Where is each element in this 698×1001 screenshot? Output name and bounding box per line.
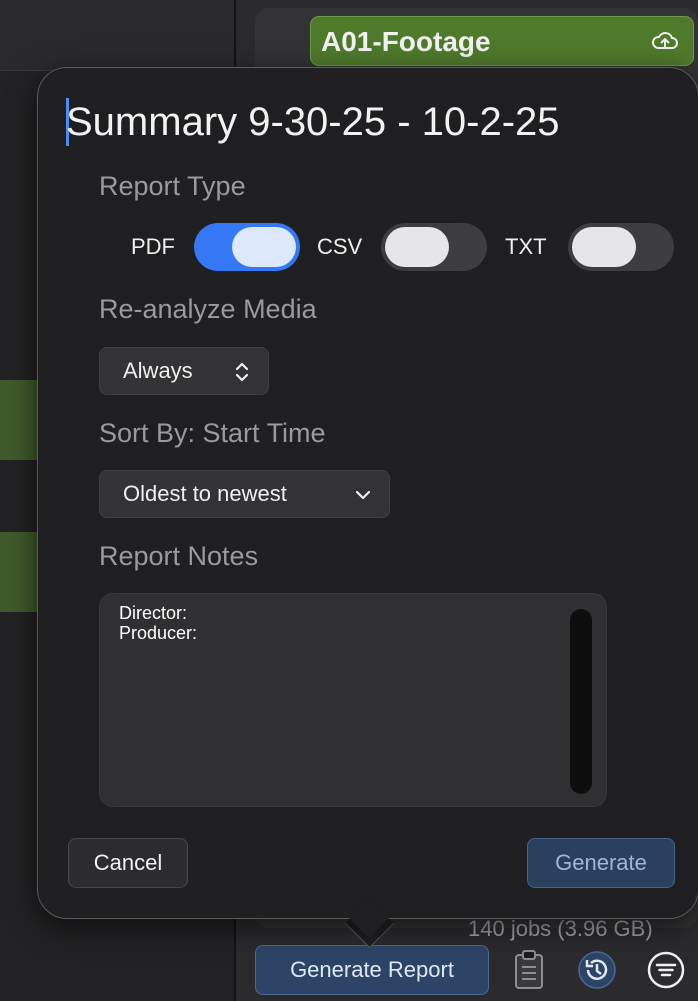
filter-icon[interactable] xyxy=(645,948,687,992)
clipboard-icon[interactable] xyxy=(508,948,550,992)
left-pane-header xyxy=(0,0,234,71)
history-icon[interactable] xyxy=(576,948,618,992)
job-tag[interactable]: A01-Footage xyxy=(310,16,694,66)
timeline-clip xyxy=(0,532,40,612)
pdf-label: PDF xyxy=(131,234,175,259)
report-notes-textarea[interactable]: Director: Producer: xyxy=(99,593,607,807)
job-tag-title: A01-Footage xyxy=(321,26,491,57)
txt-label: TXT xyxy=(505,234,547,259)
reanalyze-value: Always xyxy=(123,358,193,383)
notes-scrollbar[interactable] xyxy=(570,609,592,794)
generate-report-button[interactable]: Generate Report xyxy=(255,945,489,995)
cloud-upload-icon[interactable] xyxy=(651,29,679,53)
cancel-button[interactable]: Cancel xyxy=(68,838,188,888)
cancel-label: Cancel xyxy=(93,850,163,875)
generate-label: Generate xyxy=(555,850,647,875)
generate-report-label: Generate Report xyxy=(290,957,454,982)
reanalyze-select[interactable]: Always xyxy=(99,347,269,395)
chevron-down-icon xyxy=(355,490,371,500)
toggle-knob xyxy=(572,227,636,267)
report-type-label: Report Type xyxy=(99,171,246,201)
txt-toggle[interactable] xyxy=(568,223,674,271)
pdf-toggle[interactable] xyxy=(194,223,300,271)
csv-toggle[interactable] xyxy=(381,223,487,271)
sort-label: Sort By: Start Time xyxy=(99,418,326,448)
csv-label: CSV xyxy=(317,234,363,259)
reanalyze-label: Re-analyze Media xyxy=(99,294,317,324)
timeline-clip xyxy=(0,380,40,460)
chevron-updown-icon xyxy=(235,362,249,382)
report-title-input[interactable]: Summary 9-30-25 - 10-2-25 xyxy=(66,100,560,145)
jobs-count: 140 jobs (3.96 GB) xyxy=(468,916,653,941)
notes-text: Director: Producer: xyxy=(119,603,198,643)
generate-button[interactable]: Generate xyxy=(527,838,675,888)
sort-value: Oldest to newest xyxy=(123,481,287,506)
toggle-knob xyxy=(385,227,449,267)
toggle-knob xyxy=(232,227,296,267)
notes-label: Report Notes xyxy=(99,541,259,571)
sort-select[interactable]: Oldest to newest xyxy=(99,470,390,518)
